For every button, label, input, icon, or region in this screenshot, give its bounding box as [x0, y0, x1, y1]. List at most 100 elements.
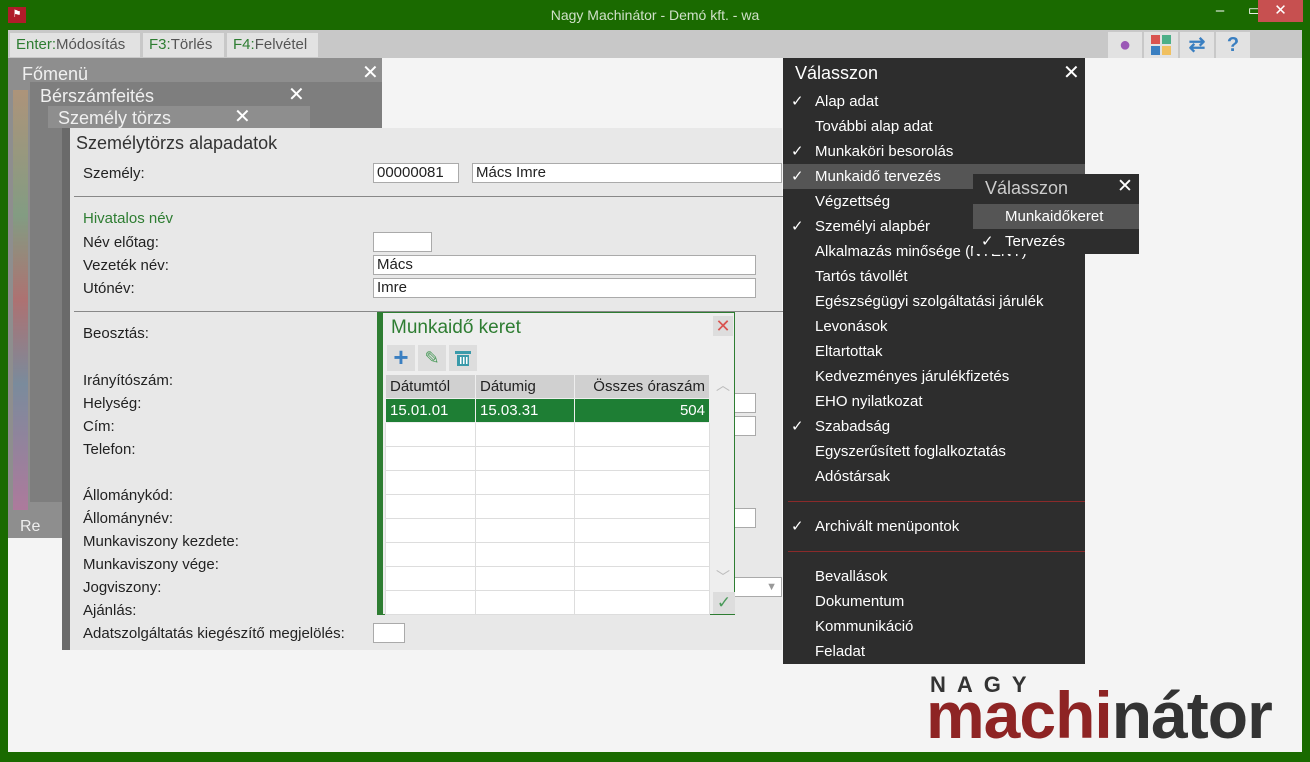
menu-item[interactable]: Kommunikáció: [783, 614, 1085, 639]
item-label: Tartós távollét: [815, 268, 908, 285]
table-cell: [475, 542, 575, 567]
submenu-item-planning[interactable]: ✓ Tervezés: [973, 229, 1139, 254]
data-supply-field[interactable]: [373, 623, 405, 643]
prefix-label: Név előtag:: [83, 234, 159, 251]
table-cell: [475, 470, 575, 495]
menu-item[interactable]: ✓ Munkaköri besorolás: [783, 139, 1085, 164]
close-icon[interactable]: ✕: [1117, 175, 1133, 198]
menu-item[interactable]: További alap adat: [783, 114, 1085, 139]
tiles-icon[interactable]: [1144, 32, 1178, 58]
table-row[interactable]: [385, 590, 710, 615]
divider: [74, 196, 784, 197]
menu-item[interactable]: Kedvezményes járulékfizetés: [783, 364, 1085, 389]
table-cell: [475, 494, 575, 519]
item-label: Archivált menüpontok: [815, 518, 960, 535]
minimize-button[interactable]: –: [1200, 0, 1240, 22]
column-header[interactable]: Összes óraszám: [574, 374, 710, 399]
menu-item[interactable]: Dokumentum: [783, 589, 1085, 614]
person-name-field[interactable]: Mács Imre: [472, 163, 782, 183]
surname-field[interactable]: Mács: [373, 255, 756, 275]
item-label: Alap adat: [815, 93, 879, 110]
table-cell: [385, 494, 476, 519]
staff-code-label: Állománykód:: [83, 487, 174, 504]
menu-item[interactable]: Egészségügyi szolgáltatási járulék: [783, 289, 1085, 314]
delete-button[interactable]: F3:Törlés: [143, 33, 224, 57]
item-label: Egészségügyi szolgáltatási járulék: [815, 293, 1044, 310]
table-row[interactable]: [385, 566, 710, 591]
table-row[interactable]: [385, 470, 710, 495]
add-icon[interactable]: +: [387, 344, 415, 371]
help-icon[interactable]: ?: [1216, 32, 1250, 58]
prefix-field[interactable]: [373, 232, 432, 252]
scroll-up-icon[interactable]: ︿: [716, 375, 730, 395]
item-label: Munkaidő tervezés: [815, 168, 941, 185]
add-button[interactable]: F4:Felvétel: [227, 33, 318, 57]
menu-item[interactable]: EHO nyilatkozat: [783, 389, 1085, 414]
check-icon: ✓: [791, 418, 804, 435]
edit-icon[interactable]: ✎: [418, 345, 446, 371]
table-row[interactable]: [385, 494, 710, 519]
person-menu-panel: Személy törzs ✕: [48, 106, 310, 128]
table-cell: [385, 470, 476, 495]
close-icon[interactable]: ✕: [713, 316, 733, 336]
table-row[interactable]: [385, 422, 710, 447]
given-name-field[interactable]: Imre: [373, 278, 756, 298]
menu-item[interactable]: ✓ Alap adat: [783, 89, 1085, 114]
check-icon: ✓: [791, 168, 804, 185]
delete-icon[interactable]: [449, 345, 477, 371]
check-icon: ✓: [981, 233, 994, 250]
submenu-item-working-time-frame[interactable]: Munkaidőkeret: [973, 204, 1139, 229]
item-label: Adóstársak: [815, 468, 891, 485]
menu-icons-strip: [13, 90, 28, 510]
table-cell: 15.01.01: [385, 398, 476, 423]
table-row[interactable]: [385, 446, 710, 471]
close-icon[interactable]: ✕: [288, 82, 305, 107]
recommendation-label: Ajánlás:: [83, 602, 137, 619]
table-cell: [574, 446, 710, 471]
swap-arrows-icon[interactable]: ⇄: [1180, 32, 1214, 58]
table-row[interactable]: [385, 518, 710, 543]
divider: [788, 551, 1085, 552]
table-cell: [475, 590, 575, 615]
person-id-field[interactable]: 00000081: [373, 163, 459, 183]
logo-red: machi: [926, 678, 1113, 752]
check-icon: ✓: [791, 93, 804, 110]
item-label: Egyszerűsített foglalkoztatás: [815, 443, 1006, 460]
menu-item[interactable]: Eltartottak: [783, 339, 1085, 364]
table-cell: 15.03.31: [475, 398, 575, 423]
table-row[interactable]: [385, 542, 710, 567]
item-label: Feladat: [815, 643, 866, 660]
item-label: Kedvezményes járulékfizetés: [815, 368, 1010, 385]
table-cell: [385, 590, 476, 615]
check-icon: ✓: [791, 143, 804, 160]
menu-item[interactable]: Tartós távollét: [783, 264, 1085, 289]
close-icon[interactable]: ✕: [1063, 60, 1080, 85]
legal-relation-dropdown[interactable]: ▼: [730, 577, 782, 597]
menu-item[interactable]: Bevallások: [783, 564, 1085, 589]
column-header[interactable]: Dátumtól: [385, 374, 476, 399]
button-label: Felvétel: [254, 36, 308, 53]
menu-item[interactable]: Re: [20, 518, 40, 536]
working-time-dialog: Munkaidő keret ✕ + ✎ Dátumtól Dátumig Ös…: [377, 312, 735, 615]
menu-item[interactable]: Adóstársak: [783, 464, 1085, 489]
close-window-button[interactable]: ✕: [1258, 0, 1303, 22]
person-label: Személy:: [83, 165, 145, 182]
divider: [788, 501, 1085, 502]
user-icon[interactable]: ●: [1108, 32, 1142, 58]
column-header[interactable]: Dátumig: [475, 374, 575, 399]
phone-label: Telefon:: [83, 441, 136, 458]
table-row[interactable]: 15.01.01 15.03.31 504: [385, 398, 710, 423]
scroll-down-icon[interactable]: ﹀: [716, 567, 730, 587]
close-icon[interactable]: ✕: [234, 104, 251, 129]
address-label: Cím:: [83, 418, 115, 435]
item-label: Bevallások: [815, 568, 888, 585]
working-time-table: Dátumtól Dátumig Összes óraszám 15.01.01…: [385, 374, 710, 615]
menu-item[interactable]: Egyszerűsített foglalkoztatás: [783, 439, 1085, 464]
menu-item[interactable]: ✓ Archivált menüpontok: [783, 514, 1085, 539]
modify-button[interactable]: Enter:Módosítás: [10, 33, 140, 57]
menu-item[interactable]: Feladat: [783, 639, 1085, 664]
menu-item[interactable]: Levonások: [783, 314, 1085, 339]
confirm-check-icon[interactable]: ✓: [713, 592, 735, 614]
table-cell: 504: [574, 398, 710, 423]
menu-item[interactable]: ✓ Szabadság: [783, 414, 1085, 439]
